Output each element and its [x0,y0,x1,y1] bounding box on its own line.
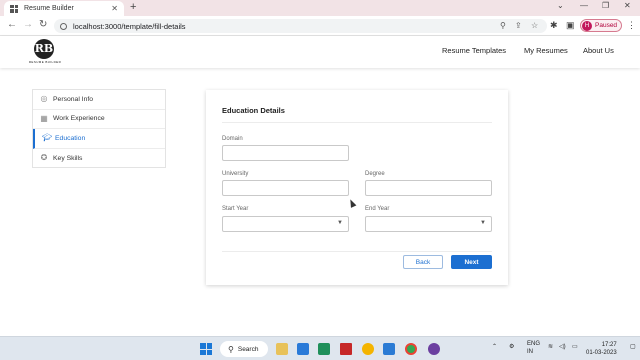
share-icon[interactable]: ⇪ [515,21,522,30]
sidebar-item-personal-info[interactable]: ◎ Personal Info [33,90,165,110]
battery-icon[interactable]: ▭ [572,343,578,350]
graduation-cap-icon: 🎓︎ [42,133,53,143]
domain-field[interactable] [222,145,349,161]
tray-app-icon[interactable]: ⚙ [509,343,514,350]
form-title: Education Details [222,106,285,115]
url-text: localhost:3000/template/fill-details [73,21,186,31]
tray-chevron-icon[interactable]: ⌃ [492,343,497,350]
end-year-select[interactable]: ▼ [365,216,492,232]
domain-label: Domain [222,136,243,142]
star-circle-icon: ✪ [40,153,48,163]
nav-about-us[interactable]: About Us [583,46,614,55]
taskbar: ⚲ Search ⌃ ⚙ ENG IN ≋ ◁) ▭ 17:27 01-03-2… [0,336,640,360]
sidebar-item-label: Key Skills [53,154,83,162]
volume-icon[interactable]: ◁) [559,343,566,350]
sticky-app-icon[interactable] [362,343,374,355]
side-panel-icon[interactable]: ▣ [566,20,575,31]
windows-start-icon[interactable] [200,343,212,355]
sidebar-item-label: Personal Info [53,95,94,103]
vscode-icon[interactable] [383,343,395,355]
degree-field[interactable] [365,180,492,196]
education-form-card: Education Details Domain University Degr… [206,90,508,285]
lang-top: ENG [527,341,541,347]
tab-close-icon[interactable]: ✕ [111,4,118,13]
university-field[interactable] [222,180,349,196]
user-circle-icon: ◎ [40,94,48,104]
video-app-icon[interactable] [297,343,309,355]
browser-menu-icon[interactable]: ⋮ [627,20,636,31]
taskbar-search[interactable]: ⚲ Search [220,341,268,357]
forward-arrow-icon[interactable]: → [23,19,33,30]
browser-tab[interactable]: Resume Builder ✕ [4,1,124,16]
new-tab-icon[interactable]: + [130,1,136,13]
back-button[interactable]: Back [403,255,443,269]
back-arrow-icon[interactable]: ← [7,19,17,30]
next-button[interactable]: Next [451,255,492,269]
lang-bottom: IN [527,349,533,355]
steps-sidebar: ◎ Personal Info ▦ Work Experience 🎓︎ Edu… [32,89,166,168]
reload-icon[interactable]: ↻ [39,19,47,30]
dropdown-arrow-icon: ▼ [480,220,486,226]
browser-tab-strip: Resume Builder ✕ + ⌄ — ❐ ✕ [0,0,640,16]
degree-label: Degree [365,171,385,177]
logo-caption: RESUME BUILDER [28,60,62,64]
profile-button[interactable]: H Paused [580,19,622,32]
browser-toolbar: ← → ↻ localhost:3000/template/fill-detai… [0,16,640,36]
avatar: H [582,20,592,31]
antivirus-icon[interactable] [340,343,352,355]
tab-search-chevron-icon[interactable]: ⌄ [557,1,564,10]
start-year-label: Start Year [222,206,249,212]
logo-mark: RB [34,39,54,59]
clock-date: 01-03-2023 [586,350,617,356]
media-app-icon[interactable] [428,343,440,355]
clock-time: 17:27 [601,342,617,348]
university-label: University [222,171,249,177]
start-year-select[interactable]: ▼ [222,216,349,232]
divider [222,251,492,252]
clock[interactable]: 17:27 01-03-2023 [586,341,617,357]
sidebar-item-work-experience[interactable]: ▦ Work Experience [33,110,165,129]
search-icon[interactable]: ⚲ [500,21,506,30]
sidebar-item-education[interactable]: 🎓︎ Education [33,129,165,149]
tab-title: Resume Builder [24,5,74,12]
search-label: Search [237,345,259,353]
search-icon: ⚲ [228,344,234,354]
nav-my-resumes[interactable]: My Resumes [524,46,568,55]
logo[interactable]: RB RESUME BUILDER [28,39,62,65]
nav-resume-templates[interactable]: Resume Templates [442,46,506,55]
profile-status: Paused [595,22,618,29]
wifi-icon[interactable]: ≋ [548,343,553,350]
extensions-icon[interactable]: ✱ [550,20,558,31]
window-close-icon[interactable]: ✕ [624,1,631,10]
chrome-icon[interactable] [405,343,417,355]
address-bar[interactable]: localhost:3000/template/fill-details ⚲ ⇪… [54,19,547,33]
language-indicator[interactable]: ENG IN [527,340,540,356]
building-icon: ▦ [40,113,48,123]
spreadsheet-app-icon[interactable] [318,343,330,355]
restore-icon[interactable]: ❐ [602,1,609,10]
app-grid-icon [10,4,18,13]
sidebar-item-key-skills[interactable]: ✪ Key Skills [33,149,165,169]
dropdown-arrow-icon: ▼ [337,220,343,226]
notification-icon[interactable]: ▢ [630,343,636,350]
end-year-label: End Year [365,206,390,212]
file-explorer-icon[interactable] [276,343,288,355]
site-info-icon[interactable] [60,22,67,30]
sidebar-item-label: Education [55,134,86,142]
sidebar-item-label: Work Experience [53,115,105,123]
bookmark-star-icon[interactable]: ☆ [531,21,538,30]
minimize-icon[interactable]: — [580,1,588,10]
divider [222,122,492,123]
